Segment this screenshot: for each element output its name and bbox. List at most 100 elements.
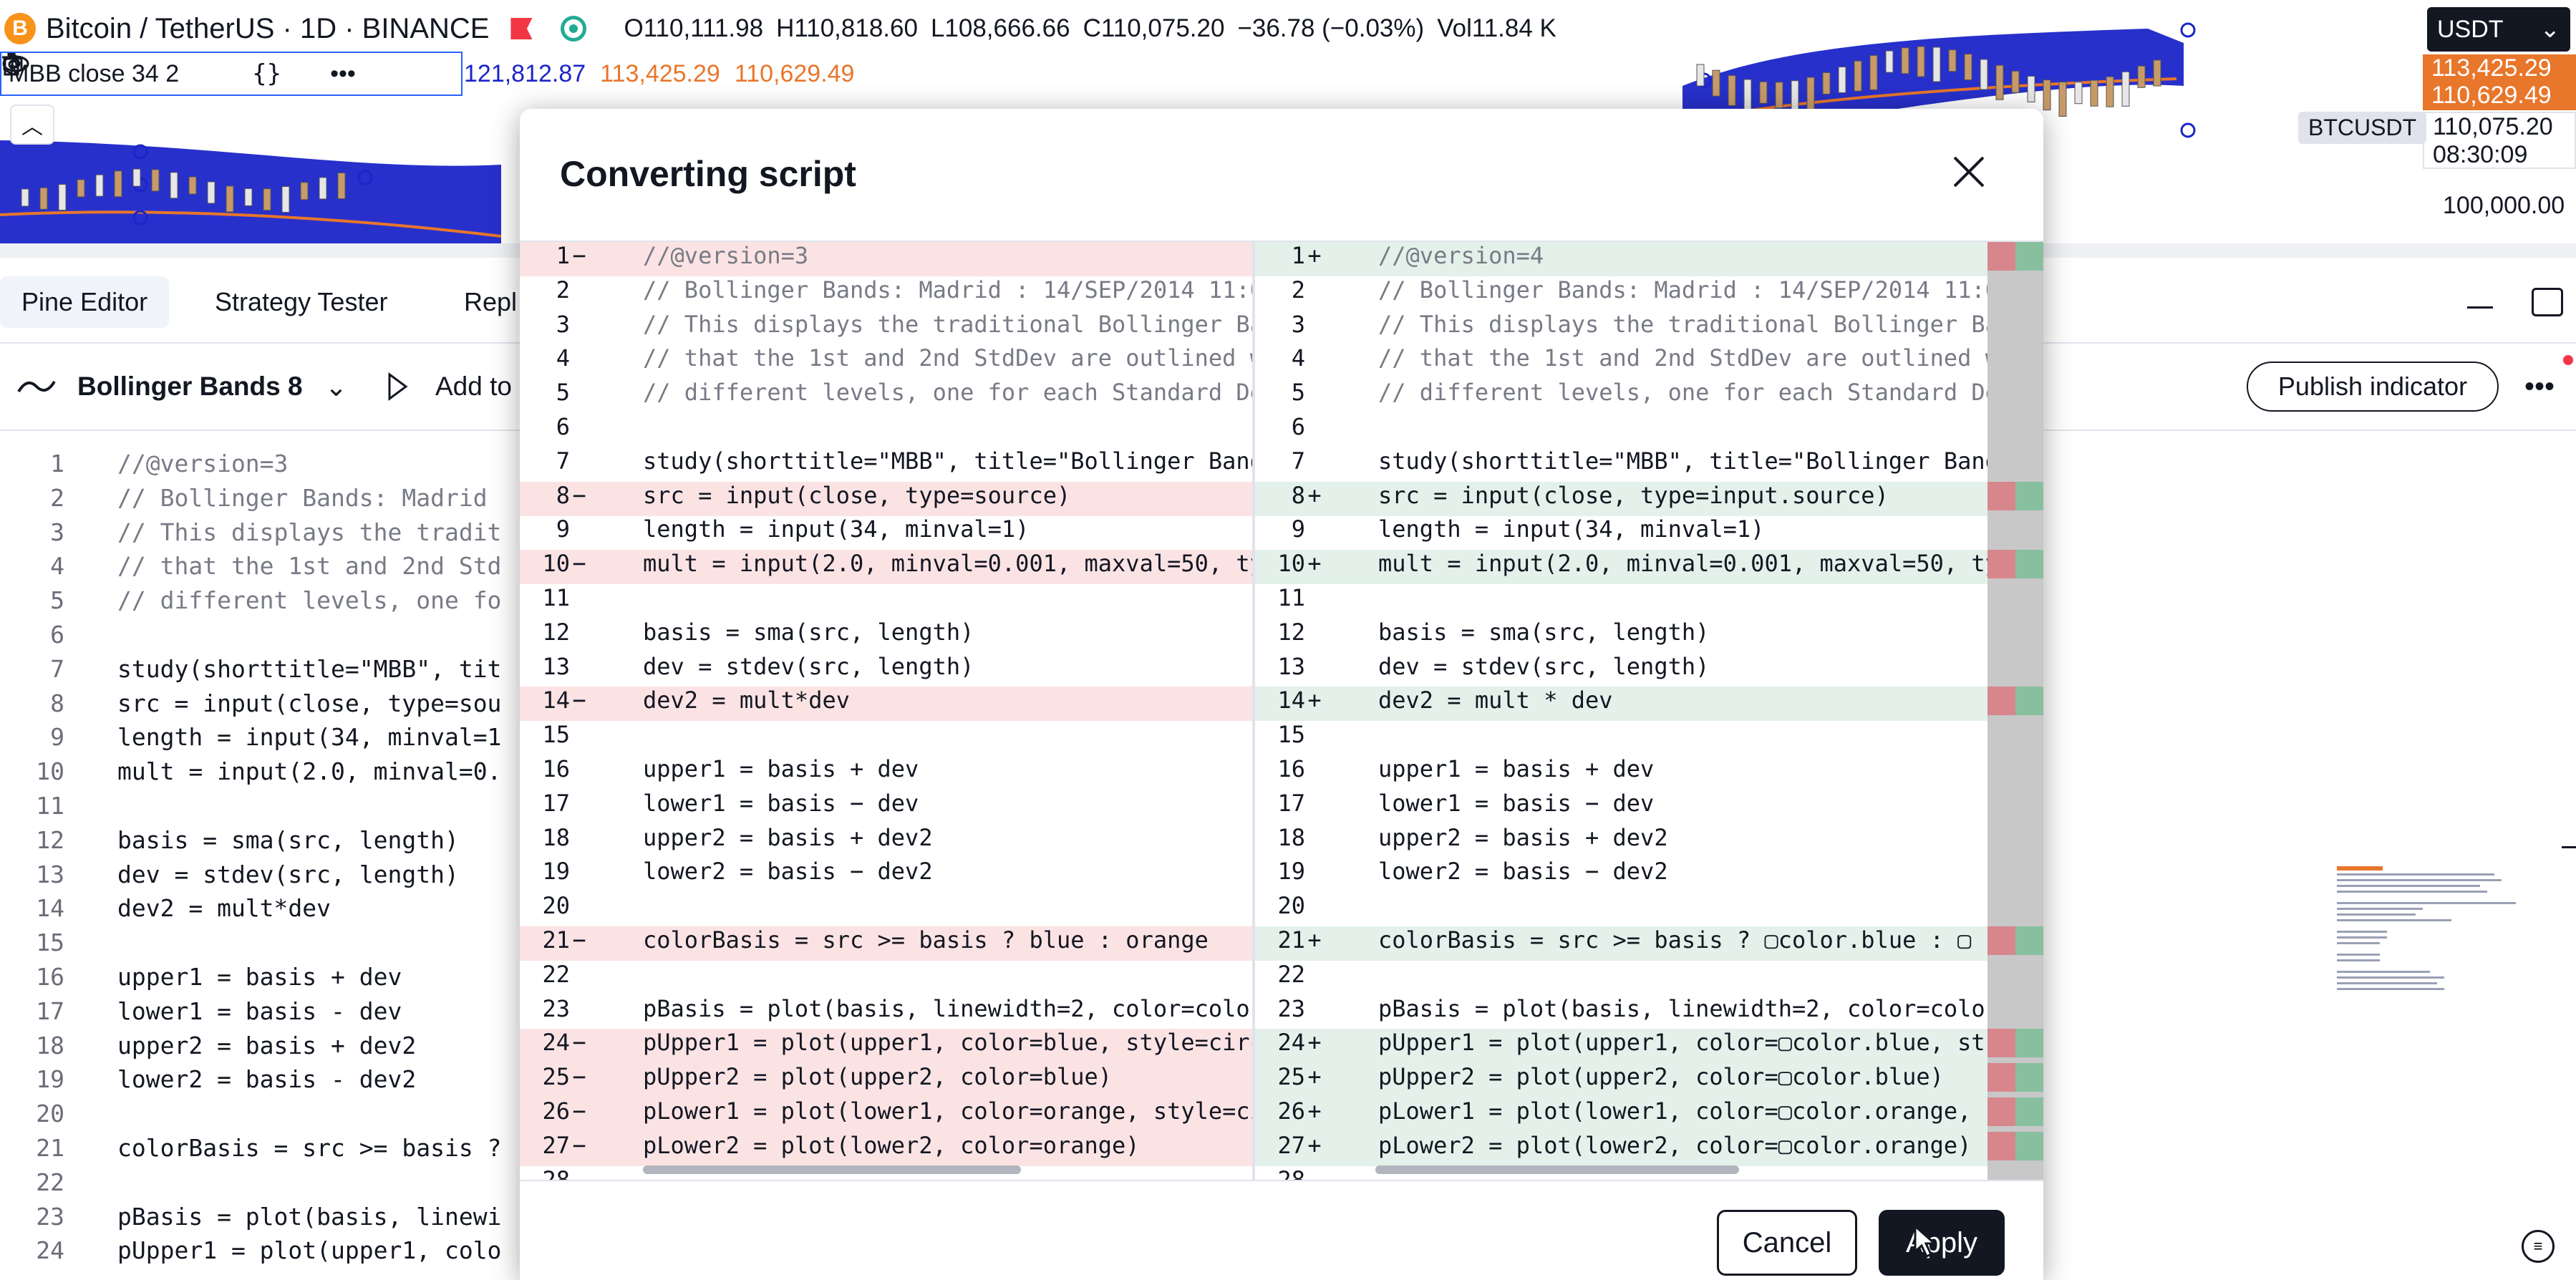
diff-pane-original[interactable]: 1−//@version=3 2// Bollinger Bands: Madri… — [520, 242, 1252, 1180]
right-horizontal-scrollbar[interactable] — [1375, 1165, 1739, 1174]
diff-line[interactable]: 11 — [520, 584, 1252, 619]
diff-line[interactable]: 16 upper1 = basis + dev — [1255, 755, 1987, 790]
diff-line[interactable]: 18 upper2 = basis + dev2 — [520, 824, 1252, 858]
diff-line[interactable]: 21− colorBasis = src >= basis ? blue : or… — [520, 926, 1252, 961]
currency-select[interactable]: USDT ⌄ — [2427, 7, 2570, 52]
editor-line[interactable]: 18 upper2 = basis + dev2 — [0, 1032, 530, 1066]
chevron-down-icon[interactable]: ⌄ — [325, 344, 347, 430]
diff-line[interactable]: 17 lower1 = basis − dev — [1255, 790, 1987, 824]
diff-line[interactable]: 4 // that the 1st and 2nd StdDev are outl… — [520, 344, 1252, 379]
diff-line[interactable]: 1− //@version=3 — [520, 242, 1252, 276]
diff-line[interactable]: 2 // Bollinger Bands: Madrid : 14/SEP/201… — [520, 276, 1252, 311]
diff-line[interactable]: 14− dev2 = mult*dev — [520, 687, 1252, 722]
code-minimap[interactable] — [2337, 866, 2559, 995]
diff-line[interactable]: 16 upper1 = basis + dev — [520, 755, 1252, 790]
diff-line[interactable]: 11 — [1255, 584, 1987, 619]
diff-overview-ruler[interactable] — [1987, 242, 2043, 1180]
more-menu-icon[interactable]: ••• — [2524, 344, 2555, 430]
diff-line[interactable]: 6 — [520, 413, 1252, 447]
diff-line[interactable]: 3 // This displays the traditional Bollin… — [1255, 311, 1987, 345]
diff-line[interactable]: 18 upper2 = basis + dev2 — [1255, 824, 1987, 858]
diff-line[interactable]: 10 + mult = input(2.0, minval=0.001, maxva… — [1255, 550, 1987, 585]
source-code-icon[interactable]: {} — [252, 59, 281, 88]
diff-line[interactable]: 12 basis = sma(src, length) — [1255, 619, 1987, 653]
diff-line[interactable]: 20 — [520, 892, 1252, 926]
editor-line[interactable]: 11 — [0, 792, 530, 826]
editor-line[interactable]: 3 // This displays the tradit — [0, 518, 530, 553]
editor-line[interactable]: 24 pUpper1 = plot(upper1, colo — [0, 1236, 530, 1271]
diff-line[interactable]: 25 + pUpper2 = plot(upper2, color=▢color.b… — [1255, 1063, 1987, 1098]
diff-line[interactable]: 27 + pLower2 = plot(lower2, color=▢color.o… — [1255, 1131, 1987, 1166]
diff-line[interactable]: 19 lower2 = basis − dev2 — [520, 858, 1252, 892]
diff-line[interactable]: 17 lower1 = basis − dev — [520, 790, 1252, 824]
tab-strategy-tester[interactable]: Strategy Tester — [193, 276, 409, 328]
maximize-icon[interactable] — [2532, 288, 2563, 316]
editor-line[interactable]: 2 // Bollinger Bands: Madrid — [0, 484, 530, 518]
editor-line[interactable]: 16 upper1 = basis + dev — [0, 963, 530, 997]
diff-line[interactable]: 15 — [520, 721, 1252, 755]
diff-line[interactable]: 23 pBasis = plot(basis, linewidth=2, colo… — [520, 995, 1252, 1029]
diff-line[interactable]: 13 dev = stdev(src, length) — [520, 653, 1252, 687]
editor-line[interactable]: 13 dev = stdev(src, length) — [0, 860, 530, 895]
help-chat-icon[interactable]: ≡ — [2522, 1230, 2555, 1263]
diff-line[interactable]: 1 + //@version=4 — [1255, 242, 1987, 276]
symbol-title[interactable]: Bitcoin / TetherUS · 1D · BINANCE — [46, 13, 489, 45]
editor-line[interactable]: 20 — [0, 1100, 530, 1134]
editor-line[interactable]: 21 colorBasis = src >= basis ? — [0, 1134, 530, 1168]
diff-line[interactable]: 24− pUpper1 = plot(upper1, color=blue, st… — [520, 1029, 1252, 1064]
editor-line[interactable]: 1 //@version=3 — [0, 450, 530, 484]
left-horizontal-scrollbar[interactable] — [643, 1165, 1021, 1174]
editor-line[interactable]: 14 dev2 = mult*dev — [0, 894, 530, 929]
more-dots-icon[interactable]: ••• — [330, 60, 356, 88]
editor-line[interactable]: 8 src = input(close, type=sou — [0, 689, 530, 724]
editor-line[interactable]: 23 pBasis = plot(basis, linewi — [0, 1203, 530, 1237]
minimize-icon[interactable] — [2467, 306, 2493, 309]
play-icon[interactable] — [387, 344, 408, 430]
cancel-button[interactable]: Cancel — [1717, 1210, 1857, 1276]
editor-line[interactable]: 4 // that the 1st and 2nd Std — [0, 552, 530, 586]
indicator-legend[interactable]: MBB close 34 2 {} ••• — [0, 52, 463, 96]
diff-line[interactable]: 8− src = input(close, type=source) — [520, 481, 1252, 516]
diff-line[interactable]: 12 basis = sma(src, length) — [520, 619, 1252, 653]
add-to-chart-button[interactable]: Add to — [435, 344, 512, 430]
script-name[interactable]: Bollinger Bands 8 — [77, 344, 303, 430]
close-icon[interactable] — [1947, 150, 1990, 193]
diff-line[interactable]: 19 lower2 = basis − dev2 — [1255, 858, 1987, 892]
diff-line[interactable]: 15 — [1255, 721, 1987, 755]
diff-line[interactable]: 25− pUpper2 = plot(upper2, color=blue) — [520, 1063, 1252, 1098]
editor-line[interactable]: 5 // different levels, one fo — [0, 586, 530, 621]
diff-line[interactable]: 9 length = input(34, minval=1) — [520, 515, 1252, 550]
diff-line[interactable]: 20 — [1255, 892, 1987, 926]
diff-line[interactable]: 7 study(shorttitle="MBB", title="Bollinge… — [1255, 447, 1987, 482]
diff-line[interactable]: 23 pBasis = plot(basis, linewidth=2, colo… — [1255, 995, 1987, 1029]
diff-line[interactable]: 6 — [1255, 413, 1987, 447]
diff-line[interactable]: 26 + pLower1 = plot(lower1, color=▢color.o… — [1255, 1097, 1987, 1132]
diff-line[interactable]: 27− pLower2 = plot(lower2, color=orange) — [520, 1131, 1252, 1166]
diff-line[interactable]: 24 + pUpper1 = plot(upper1, color=▢color.b… — [1255, 1029, 1987, 1064]
diff-pane-converted[interactable]: 1 +//@version=4 2// Bollinger Bands: Madri… — [1255, 242, 1987, 1180]
editor-line[interactable]: 19 lower2 = basis - dev2 — [0, 1065, 530, 1100]
diff-line[interactable]: 2 // Bollinger Bands: Madrid : 14/SEP/201… — [1255, 276, 1987, 311]
publish-indicator-button[interactable]: Publish indicator — [2247, 362, 2499, 412]
diff-line[interactable]: 14 + dev2 = mult * dev — [1255, 687, 1987, 722]
diff-line[interactable]: 7 study(shorttitle="MBB", title="Bollinge… — [520, 447, 1252, 482]
editor-line[interactable]: 12 basis = sma(src, length) — [0, 826, 530, 860]
diff-line[interactable]: 4 // that the 1st and 2nd StdDev are outl… — [1255, 344, 1987, 379]
diff-line[interactable]: 3 // This displays the traditional Bollin… — [520, 311, 1252, 345]
diff-line[interactable]: 5 // different levels, one for each Stand… — [520, 379, 1252, 413]
diff-line[interactable]: 26− pLower1 = plot(lower1, color=orange, … — [520, 1097, 1252, 1132]
diff-view[interactable]: 1−//@version=3 2// Bollinger Bands: Madri… — [520, 241, 2043, 1181]
diff-line[interactable]: 21 + colorBasis = src >= basis ? ▢color.bl… — [1255, 926, 1987, 961]
tab-pine-editor[interactable]: Pine Editor — [0, 276, 170, 328]
diff-line[interactable]: 9 length = input(34, minval=1) — [1255, 515, 1987, 550]
flag-icon[interactable] — [510, 18, 533, 39]
editor-line[interactable]: 10 mult = input(2.0, minval=0. — [0, 757, 530, 792]
diff-line[interactable]: 22 — [1255, 961, 1987, 995]
editor-line[interactable]: 15 — [0, 929, 530, 963]
collapse-legend-button[interactable]: ︿ — [10, 105, 54, 145]
market-status-icon[interactable] — [561, 16, 587, 42]
diff-line[interactable]: 10− mult = input(2.0, minval=0.001, maxva… — [520, 550, 1252, 585]
diff-line[interactable]: 5 // different levels, one for each Stand… — [1255, 379, 1987, 413]
diff-line[interactable]: 22 — [520, 961, 1252, 995]
editor-line[interactable]: 17 lower1 = basis - dev — [0, 997, 530, 1032]
